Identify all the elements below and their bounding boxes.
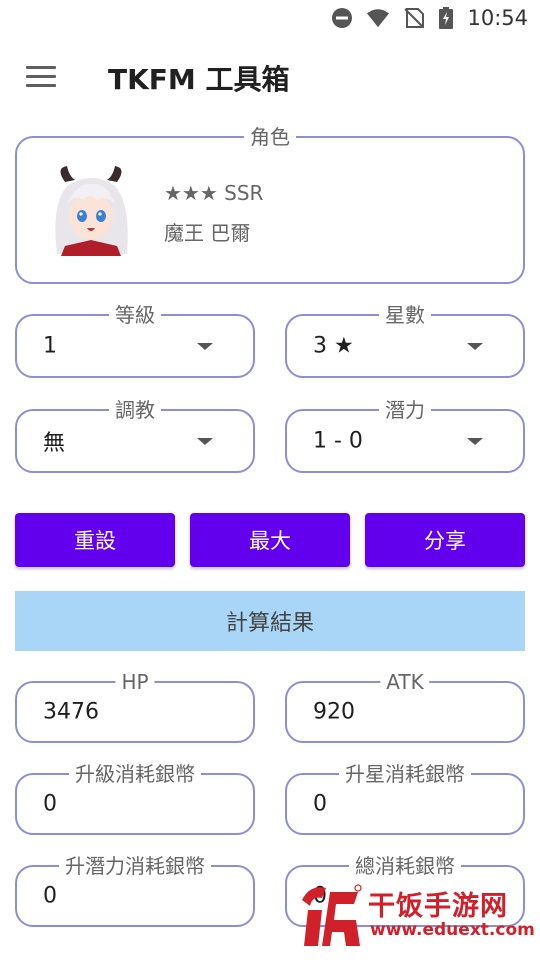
watermark-text: 干饭手游网 <box>368 891 508 922</box>
level-cost-label: 升級消耗銀幣 <box>69 761 201 787</box>
potential-cost-field: 升潛力消耗銀幣 0 <box>15 853 255 927</box>
stars-value: 3 ★ <box>313 333 354 359</box>
stars-label: 星數 <box>379 302 431 328</box>
status-icons: 10:54 <box>331 6 528 30</box>
training-label: 調教 <box>109 397 161 423</box>
atk-value: 920 <box>313 699 355 725</box>
potential-label: 潛力 <box>379 397 431 423</box>
chevron-down-icon <box>197 438 213 445</box>
level-value: 1 <box>43 333 57 359</box>
result-header: 計算結果 <box>15 591 525 651</box>
star-cost-label: 升星消耗銀幣 <box>339 761 471 787</box>
star-cost-value: 0 <box>313 791 327 817</box>
level-select[interactable]: 等級 1 <box>15 302 255 378</box>
max-button[interactable]: 最大 <box>190 513 350 567</box>
character-avatar <box>47 164 135 256</box>
no-signal-icon <box>404 8 425 28</box>
character-card[interactable]: 角色 ★★★ SSR 魔王 巴爾 <box>15 124 525 284</box>
chevron-down-icon <box>197 343 213 350</box>
battery-icon <box>439 7 454 29</box>
wifi-icon <box>367 9 390 28</box>
watermark-url: www.eduext.com <box>370 920 535 940</box>
star-cost-field: 升星消耗銀幣 0 <box>285 761 525 835</box>
training-value: 無 <box>43 431 66 456</box>
hp-field: HP 3476 <box>15 669 255 743</box>
share-button[interactable]: 分享 <box>365 513 525 567</box>
total-cost-label: 總消耗銀幣 <box>349 853 461 879</box>
stars-select[interactable]: 星數 3 ★ <box>285 302 525 378</box>
app-bar: TKFM 工具箱 <box>0 48 540 110</box>
potential-select[interactable]: 潛力 1 - 0 <box>285 397 525 473</box>
app-title: TKFM 工具箱 <box>108 63 290 96</box>
menu-icon[interactable] <box>26 66 58 90</box>
chevron-down-icon <box>467 343 483 350</box>
character-rarity: ★★★ SSR <box>164 181 264 205</box>
level-label: 等級 <box>109 302 161 328</box>
atk-field: ATK 920 <box>285 669 525 743</box>
watermark-logo-icon <box>302 884 362 946</box>
chevron-down-icon <box>467 438 483 445</box>
hp-label: HP <box>115 669 155 695</box>
potential-cost-value: 0 <box>43 883 57 909</box>
character-name: 魔王 巴爾 <box>164 221 251 245</box>
character-label: 角色 <box>244 124 296 150</box>
status-time: 10:54 <box>467 6 528 30</box>
reset-button[interactable]: 重設 <box>15 513 175 567</box>
potential-value: 1 - 0 <box>313 428 363 454</box>
potential-cost-label: 升潛力消耗銀幣 <box>59 853 211 879</box>
atk-label: ATK <box>380 669 430 695</box>
status-bar: 10:54 <box>0 0 540 36</box>
dnd-icon <box>332 8 353 28</box>
level-cost-value: 0 <box>43 791 57 817</box>
hp-value: 3476 <box>43 699 99 725</box>
level-cost-field: 升級消耗銀幣 0 <box>15 761 255 835</box>
watermark: 干饭手游网 www.eduext.com <box>296 880 535 952</box>
training-select[interactable]: 調教 無 <box>15 397 255 473</box>
